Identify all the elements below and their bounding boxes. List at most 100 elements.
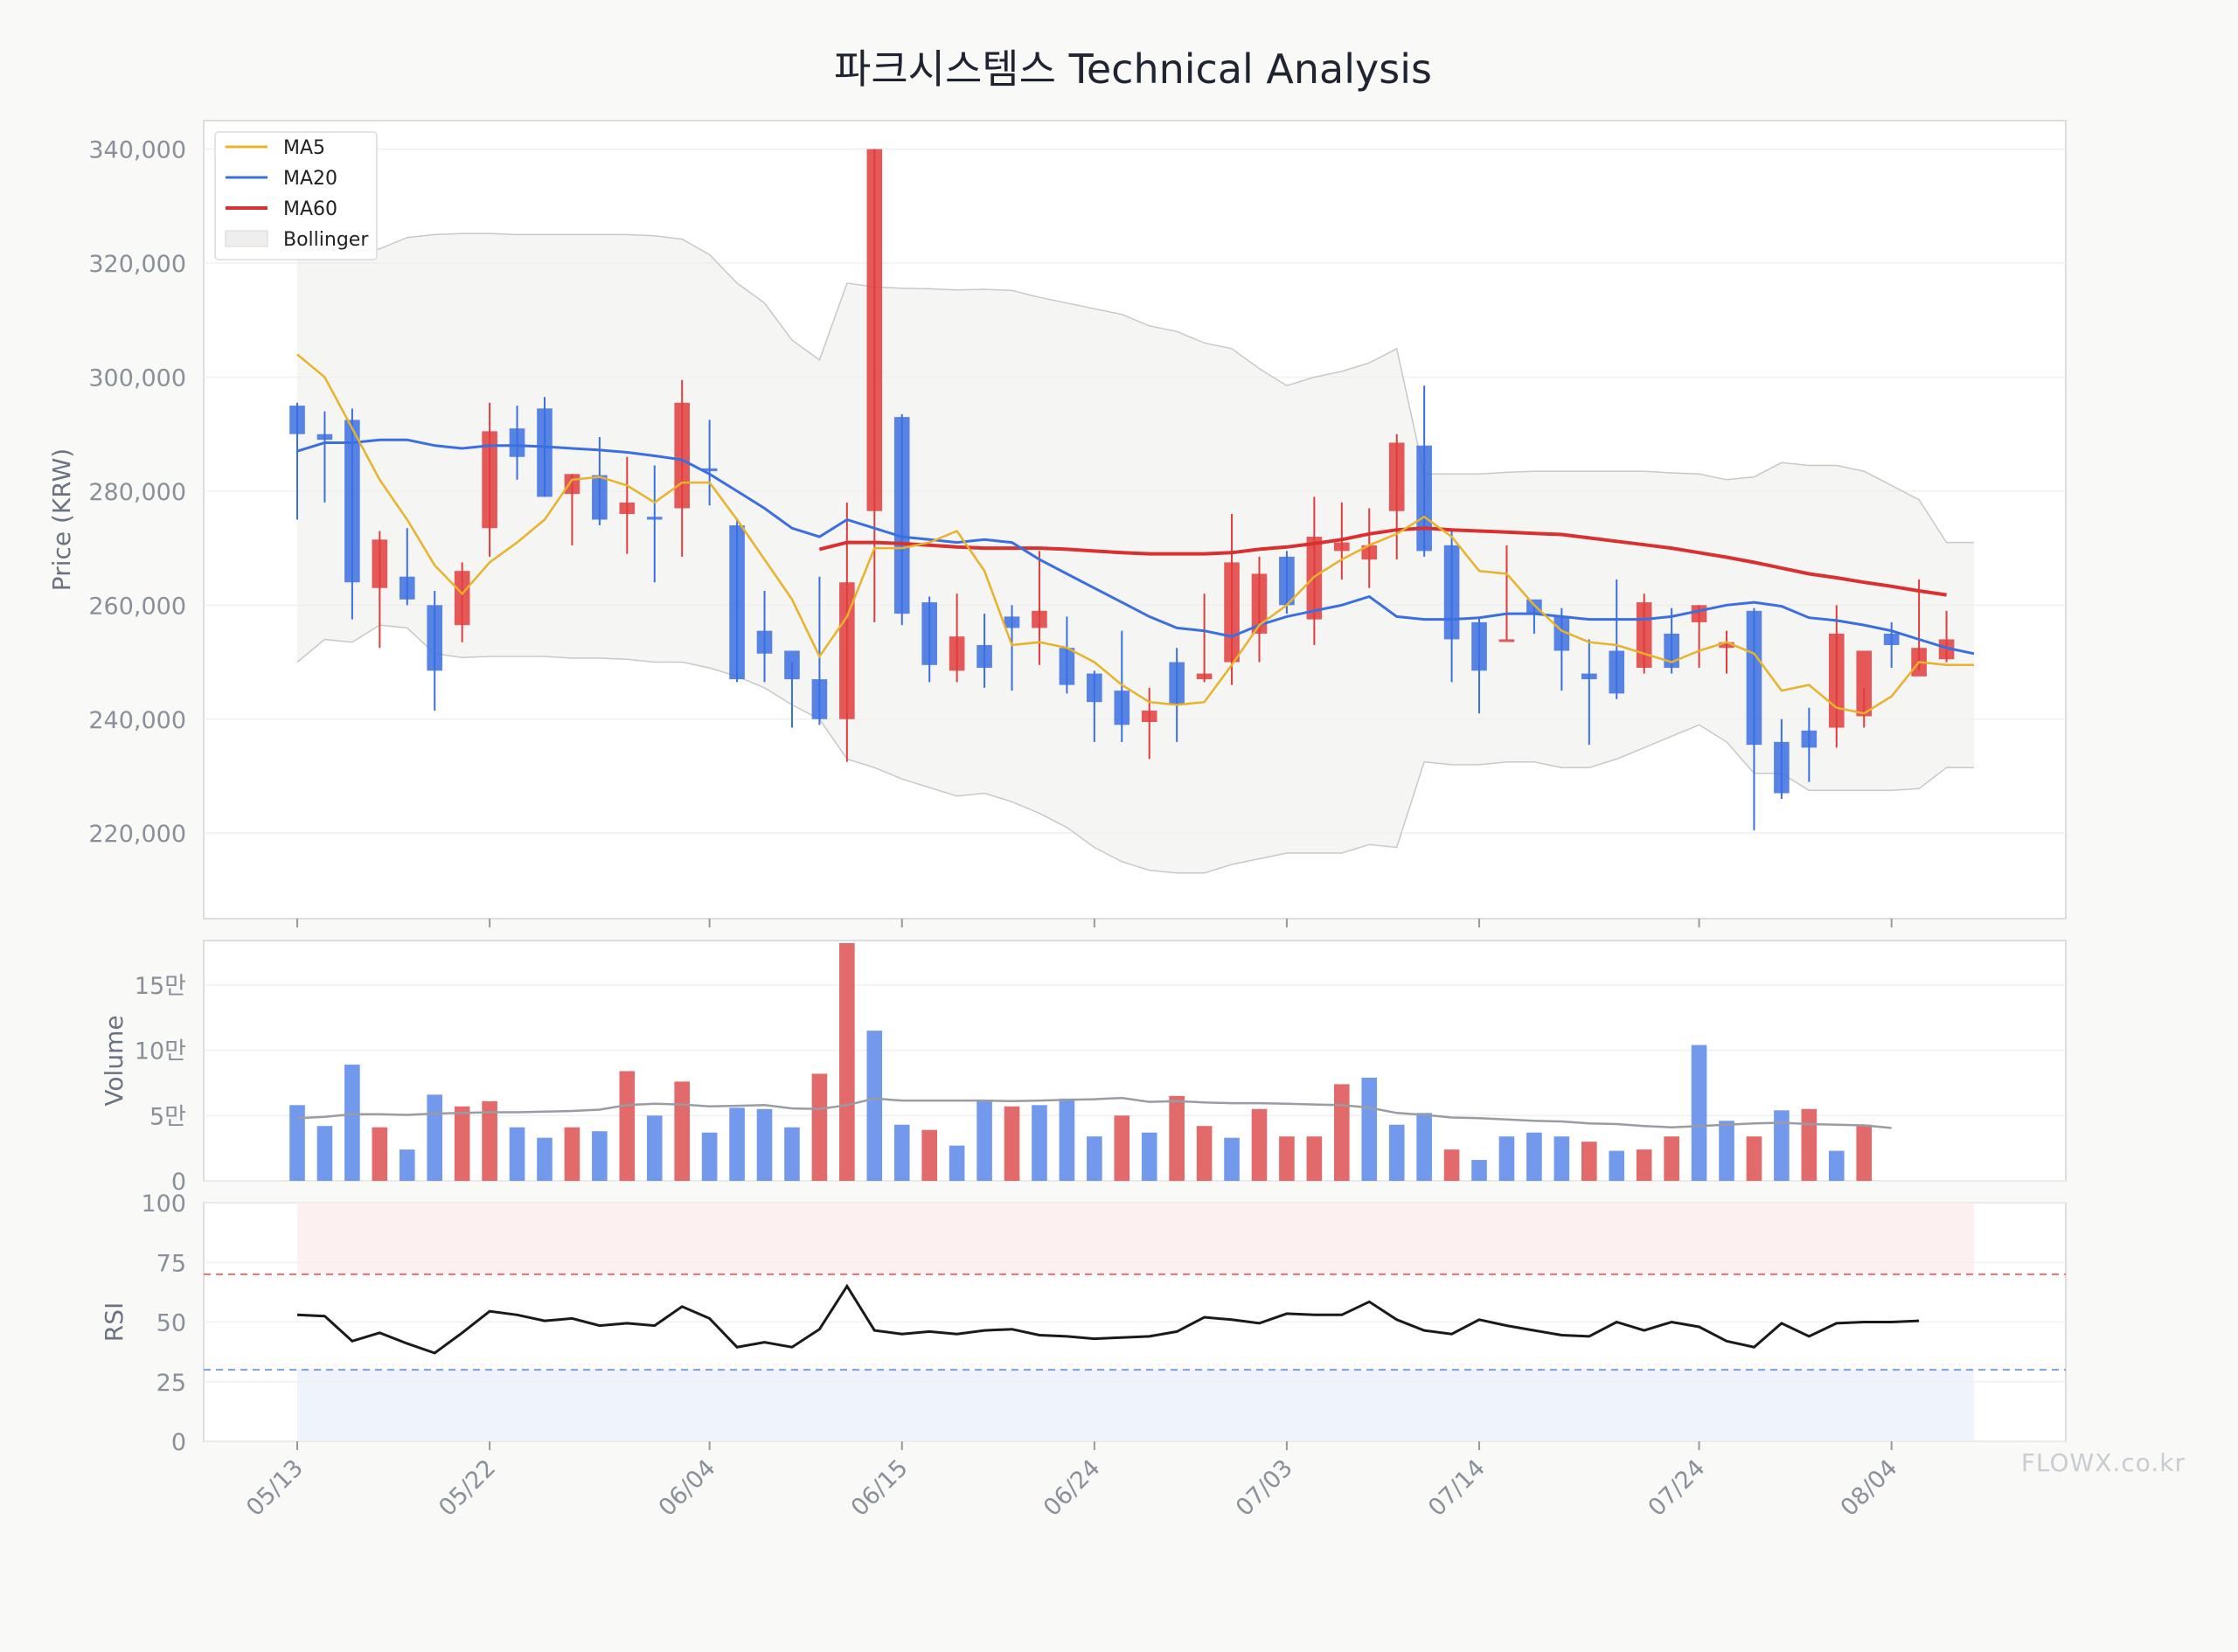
candle-body <box>509 428 525 457</box>
x-tick-label: 05/22 <box>434 1454 501 1522</box>
volume-bar <box>399 1149 415 1181</box>
candle-body <box>674 402 691 509</box>
volume-bar <box>509 1127 525 1181</box>
volume-bar <box>977 1100 992 1181</box>
candle-body <box>1636 602 1652 669</box>
candle-body <box>1032 610 1047 628</box>
candle-body <box>1388 442 1405 511</box>
volume-tick-label: 10만 <box>135 1038 186 1065</box>
price-tick-label: 240,000 <box>88 707 186 734</box>
candle-body <box>1059 648 1075 685</box>
volume-bar <box>1004 1106 1020 1181</box>
volume-bar <box>1306 1136 1323 1181</box>
candle-body <box>893 417 910 614</box>
candle-body <box>1416 445 1432 552</box>
volume-tick-label: 5만 <box>149 1103 186 1130</box>
volume-bar <box>1581 1142 1597 1181</box>
legend-swatch-bollinger <box>225 230 268 247</box>
volume-bar <box>646 1115 663 1181</box>
candle-body <box>949 636 965 671</box>
volume-bar <box>1032 1105 1047 1181</box>
volume-bar <box>674 1081 691 1181</box>
volume-bar <box>1856 1124 1873 1181</box>
volume-bar <box>372 1127 388 1181</box>
candle-body <box>1169 662 1185 705</box>
volume-bar <box>564 1127 580 1181</box>
volume-bar <box>592 1131 608 1181</box>
volume-bar <box>1719 1121 1734 1181</box>
volume-bar <box>619 1071 636 1181</box>
volume-bar <box>784 1127 800 1181</box>
volume-bar <box>839 942 855 1181</box>
candle-body <box>1581 673 1597 680</box>
candle-body <box>592 475 608 520</box>
volume-bar <box>893 1124 910 1181</box>
volume-bar <box>427 1094 443 1181</box>
candle-body <box>399 576 415 600</box>
price-axis-label: Price (KRW) <box>47 448 76 591</box>
volume-bar <box>1636 1149 1652 1181</box>
volume-bar <box>1443 1149 1460 1181</box>
candle-body <box>1004 616 1020 628</box>
x-tick-label: 06/24 <box>1039 1454 1106 1522</box>
legend[interactable]: MA5 MA20 MA60 Bollinger <box>214 131 378 260</box>
volume-bar <box>866 1031 883 1181</box>
legend-label: MA20 <box>283 168 337 190</box>
rsi-panel: 0 25 50 75 100 RSI <box>100 1190 2067 1456</box>
volume-bar <box>1251 1108 1268 1181</box>
candle-body <box>1087 673 1102 703</box>
candle-body <box>537 408 553 497</box>
volume-bar <box>1526 1132 1542 1181</box>
volume-bar <box>729 1107 745 1181</box>
candle-body <box>1141 710 1157 723</box>
candle-body <box>1609 650 1625 694</box>
candle-body <box>1746 610 1762 746</box>
candle-body <box>289 406 305 434</box>
volume-axis-label: Volume <box>100 1015 129 1106</box>
volume-bar <box>701 1132 718 1181</box>
volume-bar <box>1801 1108 1818 1181</box>
candle-body <box>1114 691 1130 725</box>
candle-body <box>866 149 883 511</box>
candle-body <box>1224 562 1240 663</box>
price-tick-label: 280,000 <box>88 479 186 506</box>
candle-body <box>921 602 937 665</box>
volume-bar <box>1774 1110 1790 1181</box>
price-tick-label: 220,000 <box>88 821 186 848</box>
price-tick-label: 260,000 <box>88 593 186 620</box>
candle-body <box>1883 633 1900 645</box>
candle-body <box>977 644 992 669</box>
price-tick-label: 300,000 <box>88 364 186 392</box>
candle-body <box>564 474 580 495</box>
volume-bar <box>756 1108 773 1181</box>
candle-body <box>619 502 636 514</box>
watermark: FLOWX.co.kr <box>2021 1448 2186 1477</box>
candle-body <box>1774 741 1790 794</box>
x-tick-label: 07/14 <box>1423 1454 1491 1522</box>
rsi-oversold-zone <box>297 1370 1974 1441</box>
x-tick-label: 08/04 <box>1836 1454 1903 1522</box>
chart-root: 파크시스템스 Technical Analysis 220,000 240,000… <box>0 0 2238 1649</box>
rsi-tick-label: 50 <box>156 1310 186 1337</box>
x-tick-label: 06/15 <box>846 1454 914 1522</box>
volume-bar <box>811 1073 828 1181</box>
volume-bar <box>1114 1115 1130 1181</box>
volume-bar <box>1553 1136 1570 1181</box>
candle-body <box>1443 545 1460 640</box>
rsi-axis-label: RSI <box>100 1302 129 1343</box>
volume-bar <box>1169 1095 1185 1181</box>
rsi-overbought-zone <box>297 1203 1974 1274</box>
volume-bar <box>1416 1113 1432 1181</box>
volume-bar <box>949 1145 965 1181</box>
chart-title: 파크시스템스 Technical Analysis <box>834 45 1432 93</box>
candle-body <box>372 539 388 588</box>
candle-body <box>427 605 443 671</box>
candle-body <box>1801 730 1818 748</box>
volume-bar <box>1059 1098 1075 1181</box>
candle-body <box>1196 673 1213 680</box>
volume-bar <box>1361 1077 1378 1181</box>
volume-bar <box>1279 1136 1295 1181</box>
candle-body <box>811 679 828 719</box>
volume-bar <box>1828 1150 1845 1181</box>
rsi-tick-label: 75 <box>156 1250 186 1277</box>
